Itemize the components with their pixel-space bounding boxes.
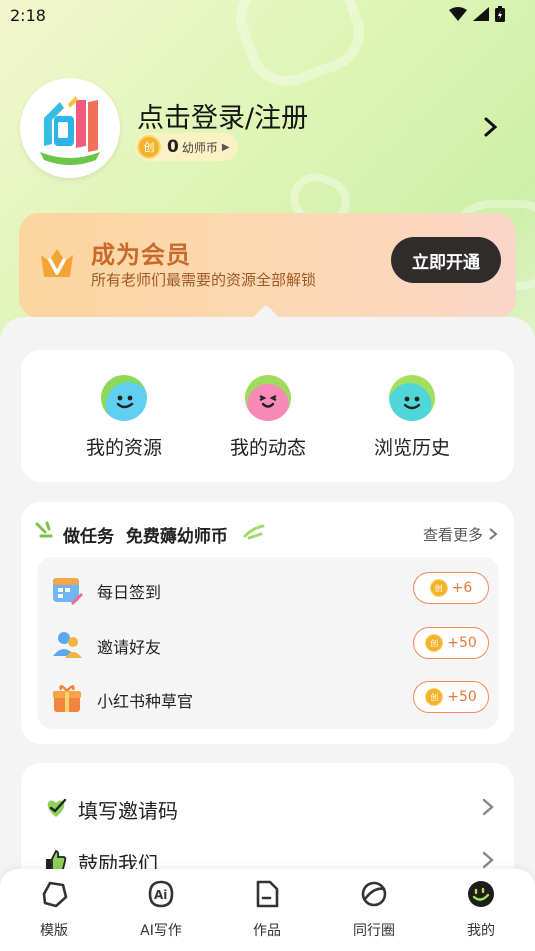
check-heart-icon [47,798,67,817]
calendar-icon [53,578,83,605]
reward-amount: +6 [451,580,473,596]
invite-friends-icon [53,632,82,658]
settings-row-invite-code[interactable]: 填写邀请码 [21,785,514,833]
task-row-invite-friends: 邀请好友 创 +50 [37,616,499,670]
reward-amount: +50 [447,635,477,651]
tasks-more-link[interactable]: 查看更多 [423,524,498,545]
tab-peer-circle[interactable]: 同行圈 [334,879,414,940]
gift-box-icon [53,685,81,712]
task-label: 邀请好友 [97,638,162,657]
vip-subtitle: 所有老师们最需要的资源全部解锁 [91,271,317,289]
quick-action-label: 浏览历史 [373,437,450,459]
task-reward-button[interactable]: 创 +50 [413,681,489,713]
cell-signal-icon [473,7,489,21]
smile-face-pink-icon [245,375,291,421]
coin-count: 0 [167,137,179,157]
tasks-card: 做任务 免费薅幼师币 查看更多 每日签到 创 +6 邀请好友 创 +50 小红书种草… [21,502,514,744]
template-icon [42,881,68,908]
vip-banner[interactable]: 成为会员 所有老师们最需要的资源全部解锁 立即开通 [19,213,516,318]
profile-icon [468,881,494,907]
wifi-icon [449,7,467,21]
coin-unit: 幼师币 [181,140,218,155]
reward-amount: +50 [447,689,477,705]
sparkle-right-icon [243,524,265,540]
svg-text:Ai: Ai [154,888,167,902]
quick-action-my-activity[interactable]: 我的动态 [208,375,328,460]
ai-writing-icon: Ai [148,880,174,908]
smile-face-blue-icon [101,375,147,421]
coin-icon: 创 [425,688,444,706]
login-register-link[interactable]: 点击登录/注册 [137,96,308,135]
chevron-right-icon [482,851,494,869]
triangle-right-icon: ▶ [221,141,230,153]
quick-action-label: 我的动态 [229,437,306,459]
tasks-title: 做任务 免费薅幼师币 [63,527,228,547]
chevron-right-icon[interactable] [480,116,500,138]
smile-face-cyan-icon [389,375,435,421]
status-bar: 2:18 [0,0,535,30]
tab-works[interactable]: 作品 [227,879,307,940]
task-row-daily-checkin: 每日签到 创 +6 [37,561,499,615]
coin-icon: 创 [137,135,161,159]
task-reward-button[interactable]: 创 +50 [413,627,489,659]
quick-action-my-resources[interactable]: 我的资源 [64,375,184,460]
task-reward-button[interactable]: 创 +6 [413,572,489,604]
tab-label: 我的 [467,923,495,939]
tab-template[interactable]: 模版 [14,879,94,940]
sparkle-left-icon [35,521,53,538]
coin-balance[interactable]: 创 0 幼师币 ▶ [135,133,238,161]
quick-action-history[interactable]: 浏览历史 [352,375,472,460]
vip-title: 成为会员 [91,241,191,269]
quick-actions-card: 我的资源 我的动态 浏览历史 [21,350,514,482]
chevron-right-icon [489,528,498,540]
app-logo-icon [40,96,100,165]
coin-icon: 创 [425,634,444,652]
crown-v-icon [41,249,73,277]
task-row-xiaohongshu: 小红书种草官 创 +50 [37,670,499,724]
tasks-more-label: 查看更多 [423,526,484,544]
planet-icon [361,881,387,907]
tab-label: AI写作 [140,923,182,939]
tab-mine[interactable]: 我的 [441,879,521,940]
task-label: 每日签到 [97,583,162,602]
avatar[interactable] [20,78,120,178]
tasks-list: 每日签到 创 +6 邀请好友 创 +50 小红书种草官 创 +50 [37,557,499,729]
quick-action-label: 我的资源 [85,437,162,459]
chevron-right-icon [482,798,494,816]
tab-label: 模版 [40,923,68,939]
tab-ai-writing[interactable]: Ai AI写作 [121,879,201,940]
coin-icon: 创 [429,579,448,597]
works-icon [256,880,279,908]
battery-icon [495,6,505,22]
tab-label: 同行圈 [353,923,395,939]
task-label: 小红书种草官 [97,692,194,711]
tab-label: 作品 [253,923,281,939]
status-time: 2:18 [10,6,46,25]
bottom-tab-bar: 模版 Ai AI写作 作品 同行圈 我的 [0,869,535,951]
settings-label: 填写邀请码 [78,799,178,823]
open-vip-button[interactable]: 立即开通 [391,237,501,283]
